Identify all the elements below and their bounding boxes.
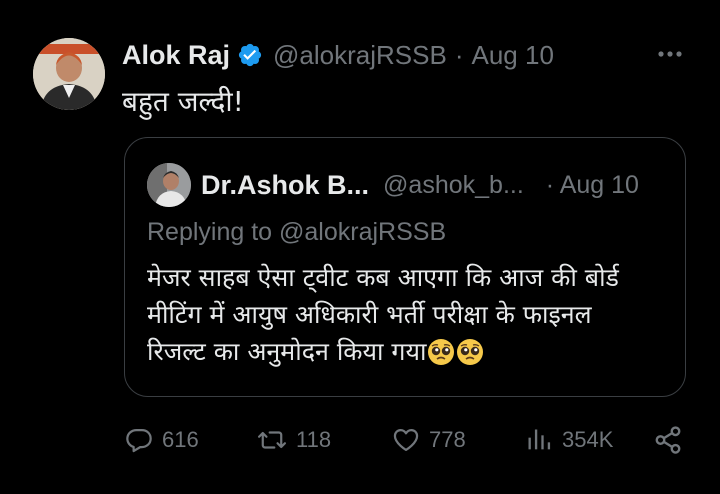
pleading-face-emoji-icon — [428, 339, 455, 365]
action-bar: 616 118 778 354K — [125, 420, 695, 460]
reply-button[interactable]: 616 — [125, 420, 199, 460]
verified-badge-icon — [238, 43, 262, 67]
quoted-tweet-header: Dr.Ashok B... @ashok_b... · Aug 10 — [201, 168, 639, 202]
like-button[interactable]: 778 — [392, 420, 466, 460]
retweet-count: 118 — [296, 427, 332, 452]
quoted-author-handle: @ashok_b... — [383, 170, 524, 199]
share-icon — [655, 426, 681, 454]
quoted-tweet-text: मेजर साहब ऐसा ट्वीट कब आएगा कि आज की बोर… — [147, 259, 667, 370]
author-handle[interactable]: @alokrajRSSB — [273, 40, 447, 71]
author-name[interactable]: Alok Raj — [122, 40, 230, 71]
tweet-header: Alok Raj @alokrajRSSB · Aug 10 — [122, 38, 554, 72]
quoted-tweet-card[interactable]: Dr.Ashok B... @ashok_b... · Aug 10 Reply… — [124, 137, 686, 397]
views-count: 354K — [562, 427, 614, 452]
pleading-face-emoji-icon — [457, 339, 484, 365]
quoted-author-name: Dr.Ashok B... — [201, 169, 370, 200]
separator-dot: · — [454, 39, 464, 70]
retweet-icon — [257, 431, 287, 449]
tweet-date[interactable]: Aug 10 — [472, 40, 554, 71]
quoted-tweet-date: · Aug 10 — [545, 170, 639, 199]
retweet-button[interactable]: 118 — [257, 420, 331, 460]
share-button[interactable] — [653, 420, 683, 460]
reply-icon — [126, 428, 152, 453]
views-button[interactable]: 354K — [525, 420, 613, 460]
tweet-text: बहुत जल्दी! — [122, 85, 244, 118]
views-icon — [528, 429, 551, 450]
quoted-text-line: मेजर साहब ऐसा ट्वीट कब आएगा कि आज की बोर… — [147, 263, 619, 292]
quoted-text-line: रिजल्ट का अनुमोदन किया गया — [147, 337, 427, 366]
quoted-text-line: मीटिंग में आयुष अधिकारी भर्ती परीक्षा के… — [147, 300, 592, 329]
reply-count: 616 — [162, 427, 199, 452]
like-icon — [393, 428, 419, 452]
more-icon — [658, 51, 682, 57]
replying-to-text: Replying to @alokrajRSSB — [147, 218, 447, 246]
more-options-button[interactable] — [655, 40, 685, 68]
like-count: 778 — [429, 427, 466, 452]
quoted-text-line-last: रिजल्ट का अनुमोदन किया गया — [147, 333, 667, 370]
author-avatar[interactable] — [33, 38, 105, 110]
quoted-author-avatar — [147, 163, 191, 207]
